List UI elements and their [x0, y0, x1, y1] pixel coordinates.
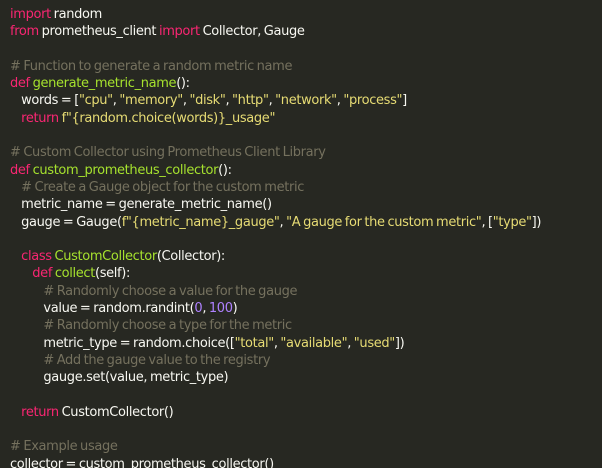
string-token: "http"	[232, 93, 269, 109]
keyword-token: return	[21, 404, 59, 420]
function-name-token: collect	[54, 266, 95, 282]
comment-token: # Create a Gauge object for the custom m…	[21, 179, 305, 195]
code-line: gauge = Gauge(f"{metric_name}_gauge", "A…	[10, 214, 602, 231]
code-line: gauge.set(value, metric_type)	[10, 369, 602, 386]
code-line: return f"{random.choice(words)}_usage"	[10, 110, 602, 127]
plain-token: CustomCollector()	[58, 404, 174, 420]
comment-token: # Example usage	[10, 439, 118, 455]
code-line: # Create a Gauge object for the custom m…	[10, 179, 602, 196]
plain-token: ():	[218, 162, 232, 178]
code-line: from prometheus_client import Collector,…	[10, 23, 602, 40]
code-line: # Example usage	[10, 438, 602, 455]
function-name-token: CustomCollector	[54, 249, 157, 265]
plain-token: ,	[347, 335, 354, 351]
code-line: # Function to generate a random metric n…	[10, 58, 602, 75]
comment-token: # Randomly choose a type for the metric	[43, 318, 292, 334]
string-token: "total"	[234, 335, 275, 351]
code-line: return CustomCollector()	[10, 404, 602, 421]
code-line: import random	[10, 6, 602, 23]
code-line: metric_type = random.choice(["total", "a…	[10, 335, 602, 352]
string-token: "process"	[343, 93, 403, 109]
keyword-token: import	[10, 7, 51, 22]
comment-token: # Custom Collector using Prometheus Clie…	[10, 145, 326, 161]
code-line: def generate_metric_name():	[10, 75, 602, 92]
plain-token: ,	[202, 301, 209, 317]
plain-token: metric_name = generate_metric_name()	[10, 197, 272, 213]
plain-token: prometheus_client	[38, 24, 159, 40]
code-line: collector = custom_prometheus_collector(…	[10, 456, 602, 468]
code-line: value = random.randint(0, 100)	[10, 300, 602, 317]
code-block[interactable]: import random from prometheus_client impo…	[10, 6, 602, 468]
plain-token: gauge.set(value, metric_type)	[10, 370, 229, 386]
plain-token: ]	[402, 93, 407, 109]
plain-token: collector = custom_prometheus_collector(…	[10, 456, 274, 468]
function-name-token: custom_prometheus_collector	[32, 162, 219, 178]
plain-token: (self):	[94, 266, 131, 282]
keyword-token: from	[10, 24, 39, 40]
plain-token: ():	[176, 76, 190, 92]
plain-token: ])	[531, 214, 542, 230]
comment-token: # Randomly choose a value for the gauge	[43, 283, 298, 299]
plain-token: words = [	[10, 93, 79, 109]
code-line: # Randomly choose a type for the metric	[10, 317, 602, 334]
code-line: def collect(self):	[10, 265, 602, 282]
keyword-token: return	[21, 110, 59, 126]
string-token: "memory"	[119, 93, 183, 109]
plain-token: value = random.randint(	[10, 301, 195, 317]
plain-token: )	[232, 301, 238, 317]
string-token: "disk"	[189, 93, 226, 109]
code-line: # Custom Collector using Prometheus Clie…	[10, 144, 602, 161]
plain-token: Collector, Gauge	[199, 24, 305, 40]
string-token: f"{random.choice(words)}_usage"	[61, 110, 276, 126]
string-token: "type"	[492, 214, 532, 230]
code-line: words = ["cpu", "memory", "disk", "http"…	[10, 92, 602, 109]
string-token: f"{metric_name}_gauge"	[121, 214, 280, 230]
string-token: "cpu"	[78, 93, 113, 109]
plain-token: , [	[481, 214, 493, 230]
plain-token: metric_type = random.choice([	[10, 335, 235, 351]
keyword-token: import	[158, 24, 200, 40]
code-editor[interactable]: import random from prometheus_client impo…	[0, 0, 602, 468]
code-line: # Add the gauge value to the registry	[10, 352, 602, 369]
comment-token: # Add the gauge value to the registry	[43, 352, 271, 368]
plain-token: gauge = Gauge(	[10, 214, 122, 230]
function-name-token: generate_metric_name	[32, 76, 177, 92]
keyword-token: def	[10, 162, 30, 178]
string-token: "used"	[353, 335, 395, 351]
comment-token: # Function to generate a random metric n…	[10, 58, 293, 74]
plain-token: ])	[394, 335, 405, 351]
code-line: def custom_prometheus_collector():	[10, 162, 602, 179]
string-token: "A gauge for the custom metric"	[286, 214, 482, 230]
plain-token: random	[50, 7, 103, 22]
code-line: # Randomly choose a value for the gauge	[10, 283, 602, 300]
string-token: "network"	[275, 93, 337, 109]
plain-token: (Collector):	[156, 249, 225, 265]
keyword-token: def	[32, 266, 53, 282]
code-line: metric_name = generate_metric_name()	[10, 196, 602, 213]
keyword-token: class	[21, 249, 52, 265]
keyword-token: def	[10, 76, 30, 92]
number-token: 100	[208, 301, 233, 317]
code-line: class CustomCollector(Collector):	[10, 248, 602, 265]
string-token: "available"	[280, 335, 348, 351]
